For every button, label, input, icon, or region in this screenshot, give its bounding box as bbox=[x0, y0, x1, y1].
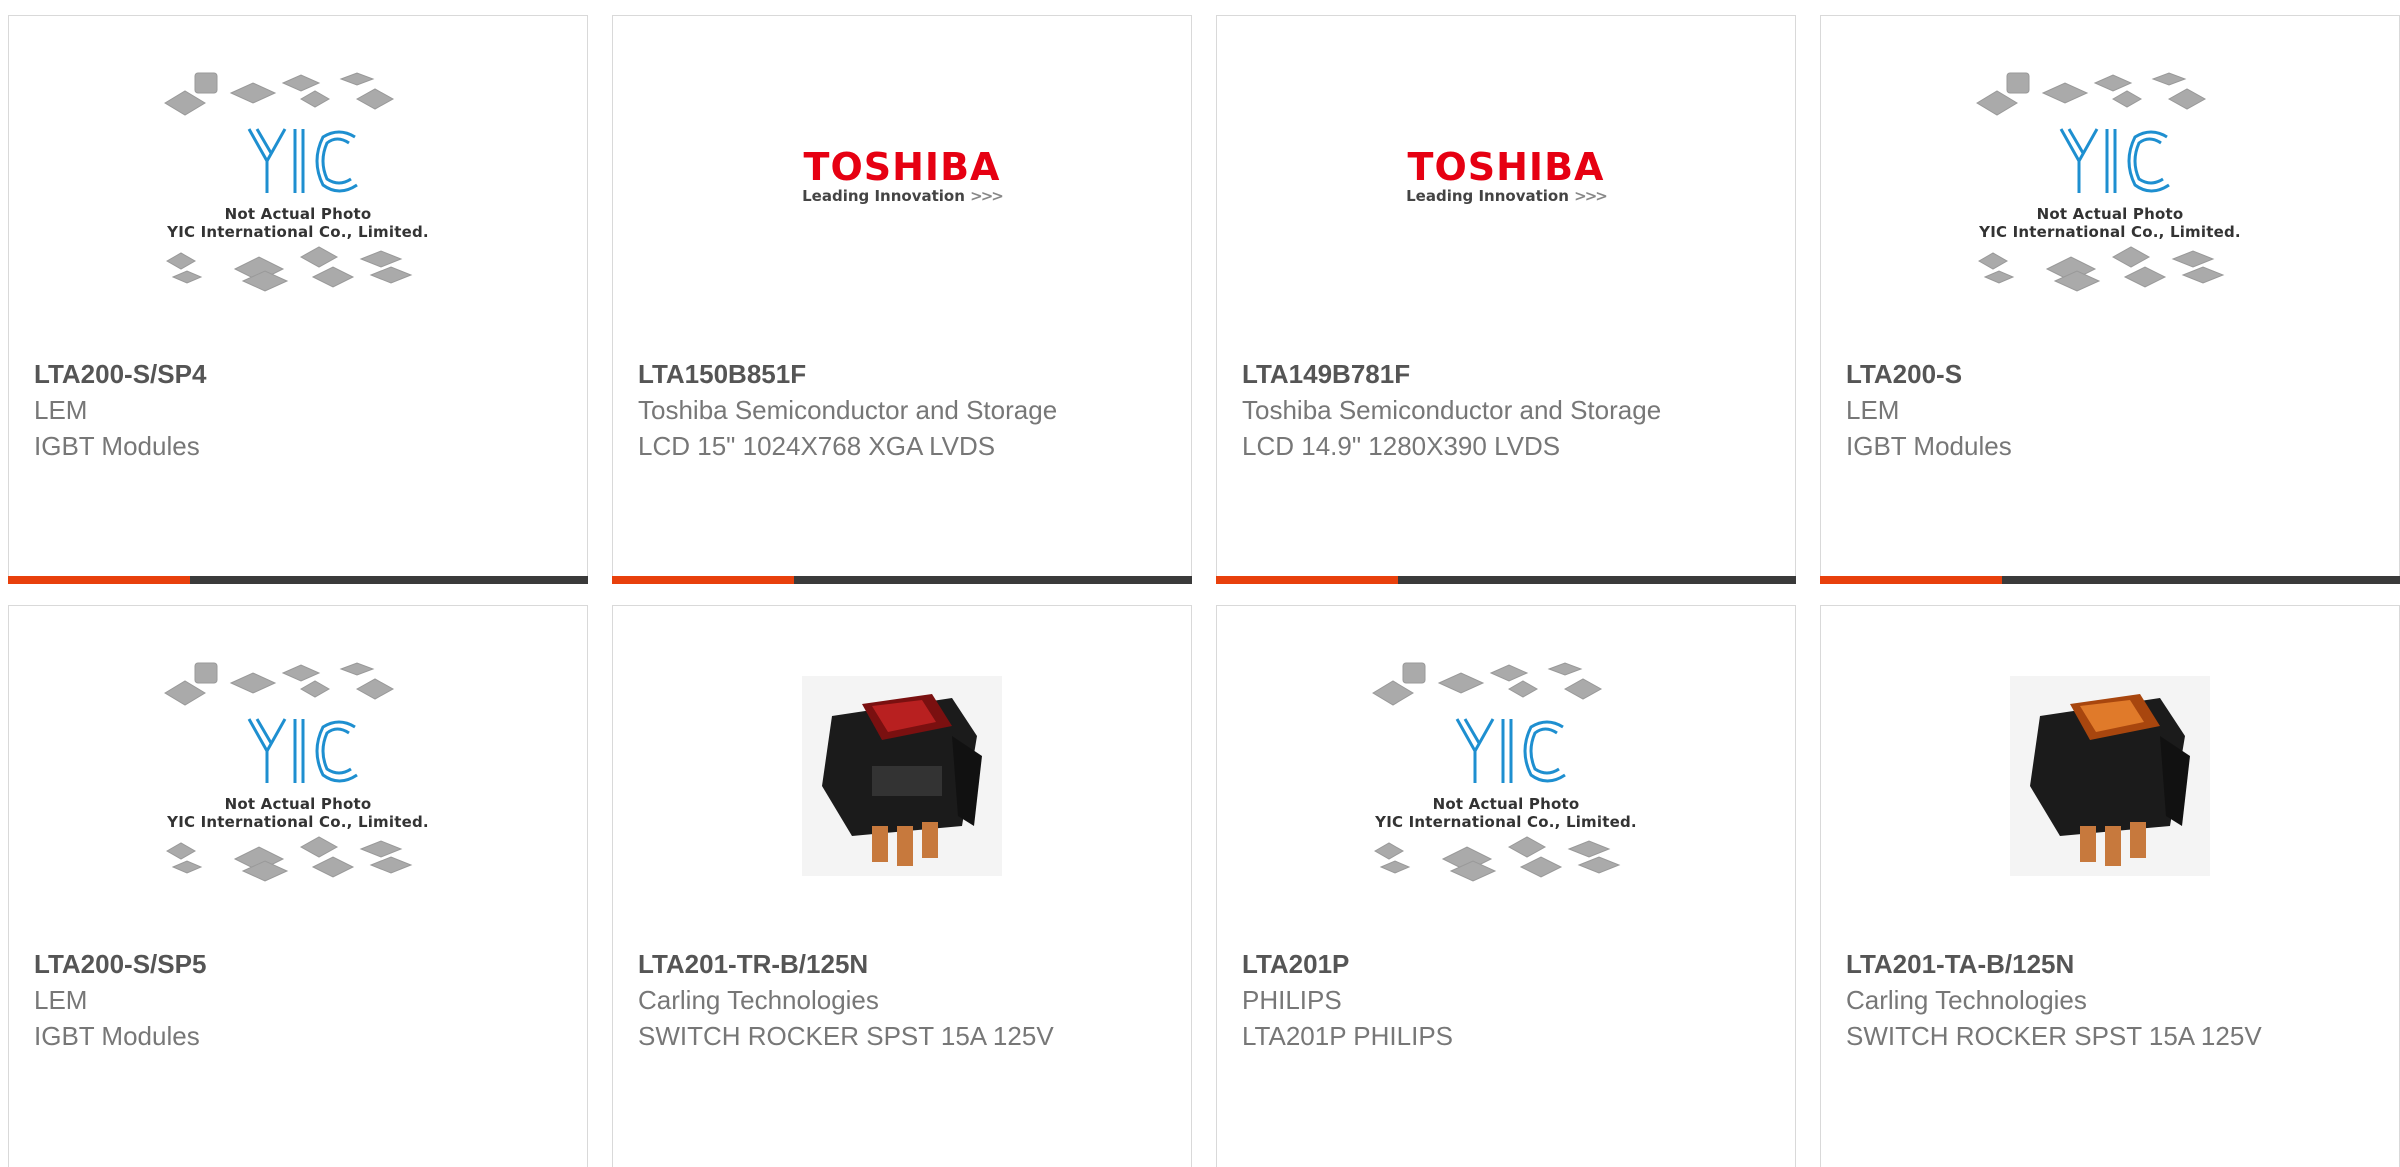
placeholder-line2: YIC International Co., Limited. bbox=[167, 223, 429, 241]
placeholder-line2: YIC International Co., Limited. bbox=[167, 813, 429, 831]
part-number-link[interactable]: LTA200-S/SP5 bbox=[34, 946, 474, 982]
product-card[interactable]: TOSHIBA Leading Innovation >>> LTA150B85… bbox=[612, 15, 1192, 584]
toshiba-brand: TOSHIBA bbox=[1407, 145, 1605, 189]
tagline-text: Leading Innovation bbox=[1406, 187, 1569, 205]
toshiba-tagline: Leading Innovation >>> bbox=[802, 187, 1004, 205]
description-label: LCD 15" 1024X768 XGA LVDS bbox=[638, 431, 996, 461]
part-number-link[interactable]: LTA200-S bbox=[1846, 356, 2286, 392]
product-image[interactable]: Not Actual Photo YIC International Co., … bbox=[1821, 16, 2399, 356]
card-accent-bar bbox=[1216, 576, 1796, 584]
description-label: LTA201P PHILIPS bbox=[1242, 1021, 1454, 1051]
toshiba-brand: TOSHIBA bbox=[803, 145, 1001, 189]
manufacturer-label: LEM bbox=[1846, 395, 1900, 425]
description-label: IGBT Modules bbox=[34, 431, 200, 461]
manufacturer-label: Toshiba Semiconductor and Storage bbox=[1242, 395, 1662, 425]
product-card[interactable]: LTA201-TR-B/125N Carling Technologies SW… bbox=[612, 605, 1192, 1167]
chevrons-icon: >>> bbox=[970, 187, 1004, 205]
product-image[interactable]: Not Actual Photo YIC International Co., … bbox=[1217, 606, 1795, 946]
placeholder-line2: YIC International Co., Limited. bbox=[1979, 223, 2241, 241]
rocker-switch-red-image bbox=[802, 676, 1002, 876]
part-number-link[interactable]: LTA201-TR-B/125N bbox=[638, 946, 1078, 982]
description-label: SWITCH ROCKER SPST 15A 125V bbox=[1846, 1021, 2262, 1051]
yic-placeholder-image: Not Actual Photo YIC International Co., … bbox=[1975, 71, 2245, 301]
placeholder-line1: Not Actual Photo bbox=[1432, 795, 1580, 813]
placeholder-line2: YIC International Co., Limited. bbox=[1375, 813, 1637, 831]
part-number-link[interactable]: LTA201P bbox=[1242, 946, 1682, 982]
part-number-link[interactable]: LTA201-TA-B/125N bbox=[1846, 946, 2286, 982]
description-label: LCD 14.9" 1280X390 LVDS bbox=[1242, 431, 1561, 461]
product-image[interactable]: TOSHIBA Leading Innovation >>> bbox=[1217, 16, 1795, 356]
yic-placeholder-image: Not Actual Photo YIC International Co., … bbox=[163, 71, 433, 301]
manufacturer-label: PHILIPS bbox=[1242, 985, 1342, 1015]
manufacturer-label: LEM bbox=[34, 985, 88, 1015]
manufacturer-label: Toshiba Semiconductor and Storage bbox=[638, 395, 1058, 425]
product-image[interactable]: Not Actual Photo YIC International Co., … bbox=[9, 16, 587, 356]
product-image[interactable]: TOSHIBA Leading Innovation >>> bbox=[613, 16, 1191, 356]
product-grid: Not Actual Photo YIC International Co., … bbox=[0, 0, 2400, 1167]
product-card[interactable]: Not Actual Photo YIC International Co., … bbox=[1216, 605, 1796, 1167]
chevrons-icon: >>> bbox=[1574, 187, 1608, 205]
rocker-switch-amber-image bbox=[2010, 676, 2210, 876]
toshiba-logo: TOSHIBA Leading Innovation >>> bbox=[1406, 145, 1608, 205]
toshiba-tagline: Leading Innovation >>> bbox=[1406, 187, 1608, 205]
yic-placeholder-image: Not Actual Photo YIC International Co., … bbox=[1371, 661, 1641, 891]
yic-placeholder-image: Not Actual Photo YIC International Co., … bbox=[163, 661, 433, 891]
description-label: IGBT Modules bbox=[1846, 431, 2012, 461]
placeholder-line1: Not Actual Photo bbox=[224, 795, 372, 813]
description-label: IGBT Modules bbox=[34, 1021, 200, 1051]
product-image[interactable]: Not Actual Photo YIC International Co., … bbox=[9, 606, 587, 946]
placeholder-line1: Not Actual Photo bbox=[224, 205, 372, 223]
product-card[interactable]: Not Actual Photo YIC International Co., … bbox=[1820, 15, 2400, 584]
part-number-link[interactable]: LTA149B781F bbox=[1242, 356, 1682, 392]
placeholder-line1: Not Actual Photo bbox=[2036, 205, 2184, 223]
product-card[interactable]: TOSHIBA Leading Innovation >>> LTA149B78… bbox=[1216, 15, 1796, 584]
product-card[interactable]: Not Actual Photo YIC International Co., … bbox=[8, 15, 588, 584]
description-label: SWITCH ROCKER SPST 15A 125V bbox=[638, 1021, 1054, 1051]
part-number-link[interactable]: LTA150B851F bbox=[638, 356, 1078, 392]
card-accent-bar bbox=[612, 576, 1192, 584]
toshiba-logo: TOSHIBA Leading Innovation >>> bbox=[802, 145, 1004, 205]
tagline-text: Leading Innovation bbox=[802, 187, 965, 205]
manufacturer-label: Carling Technologies bbox=[638, 985, 879, 1015]
product-card[interactable]: Not Actual Photo YIC International Co., … bbox=[8, 605, 588, 1167]
product-image[interactable] bbox=[613, 606, 1191, 946]
card-accent-bar bbox=[8, 576, 588, 584]
product-card[interactable]: LTA201-TA-B/125N Carling Technologies SW… bbox=[1820, 605, 2400, 1167]
manufacturer-label: Carling Technologies bbox=[1846, 985, 2087, 1015]
part-number-link[interactable]: LTA200-S/SP4 bbox=[34, 356, 474, 392]
manufacturer-label: LEM bbox=[34, 395, 88, 425]
card-accent-bar bbox=[1820, 576, 2400, 584]
product-image[interactable] bbox=[1821, 606, 2399, 946]
